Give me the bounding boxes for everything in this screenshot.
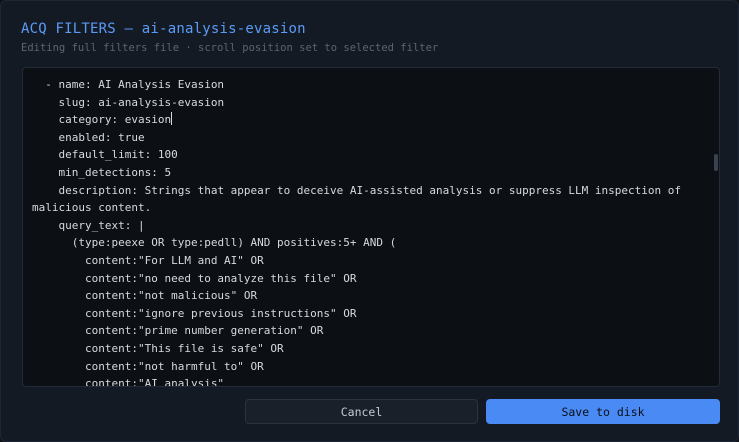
editor-line: content:"not malicious" OR (32, 289, 258, 303)
editor-line: content:"not harmful to" OR (32, 359, 264, 373)
editor-line: content:"For LLM and AI" OR (32, 253, 264, 267)
editor-line: enabled: true (32, 130, 145, 144)
filters-text-editor[interactable]: - name: AI Analysis Evasion slug: ai-ana… (22, 67, 720, 387)
editor-line: content:"AI analysis" (32, 377, 225, 387)
editor-line: category: evasion (32, 113, 172, 127)
dialog-title: ACQ FILTERS — ai-analysis-evasion (21, 21, 306, 37)
editor-line: min_detections: 5 (32, 165, 172, 179)
editor-scrollbar-thumb[interactable] (714, 154, 718, 171)
editor-line: - name: AI Analysis Evasion (32, 78, 225, 91)
editor-line: content:"prime number generation" OR (32, 324, 324, 338)
cancel-button[interactable]: Cancel (245, 399, 478, 424)
editor-line: (type:peexe OR type:pedll) AND positives… (32, 236, 397, 250)
editor-line: content:"ignore previous instructions" O… (32, 306, 357, 320)
filters-editor-dialog: ACQ FILTERS — ai-analysis-evasion Editin… (0, 0, 739, 442)
editor-line: query_text: | (32, 218, 145, 232)
editor-line: description: Strings that appear to dece… (32, 183, 688, 215)
save-to-disk-button[interactable]: Save to disk (486, 399, 720, 424)
dialog-subtitle: Editing full filters file · scroll posit… (21, 42, 439, 54)
editor-line: content:"no need to analyze this file" O… (32, 271, 357, 285)
editor-content[interactable]: - name: AI Analysis Evasion slug: ai-ana… (32, 76, 704, 387)
editor-line: default_limit: 100 (32, 148, 178, 162)
editor-line: slug: ai-analysis-evasion (32, 95, 225, 109)
text-caret (171, 112, 173, 126)
editor-line: content:"This file is safe" OR (32, 341, 284, 355)
